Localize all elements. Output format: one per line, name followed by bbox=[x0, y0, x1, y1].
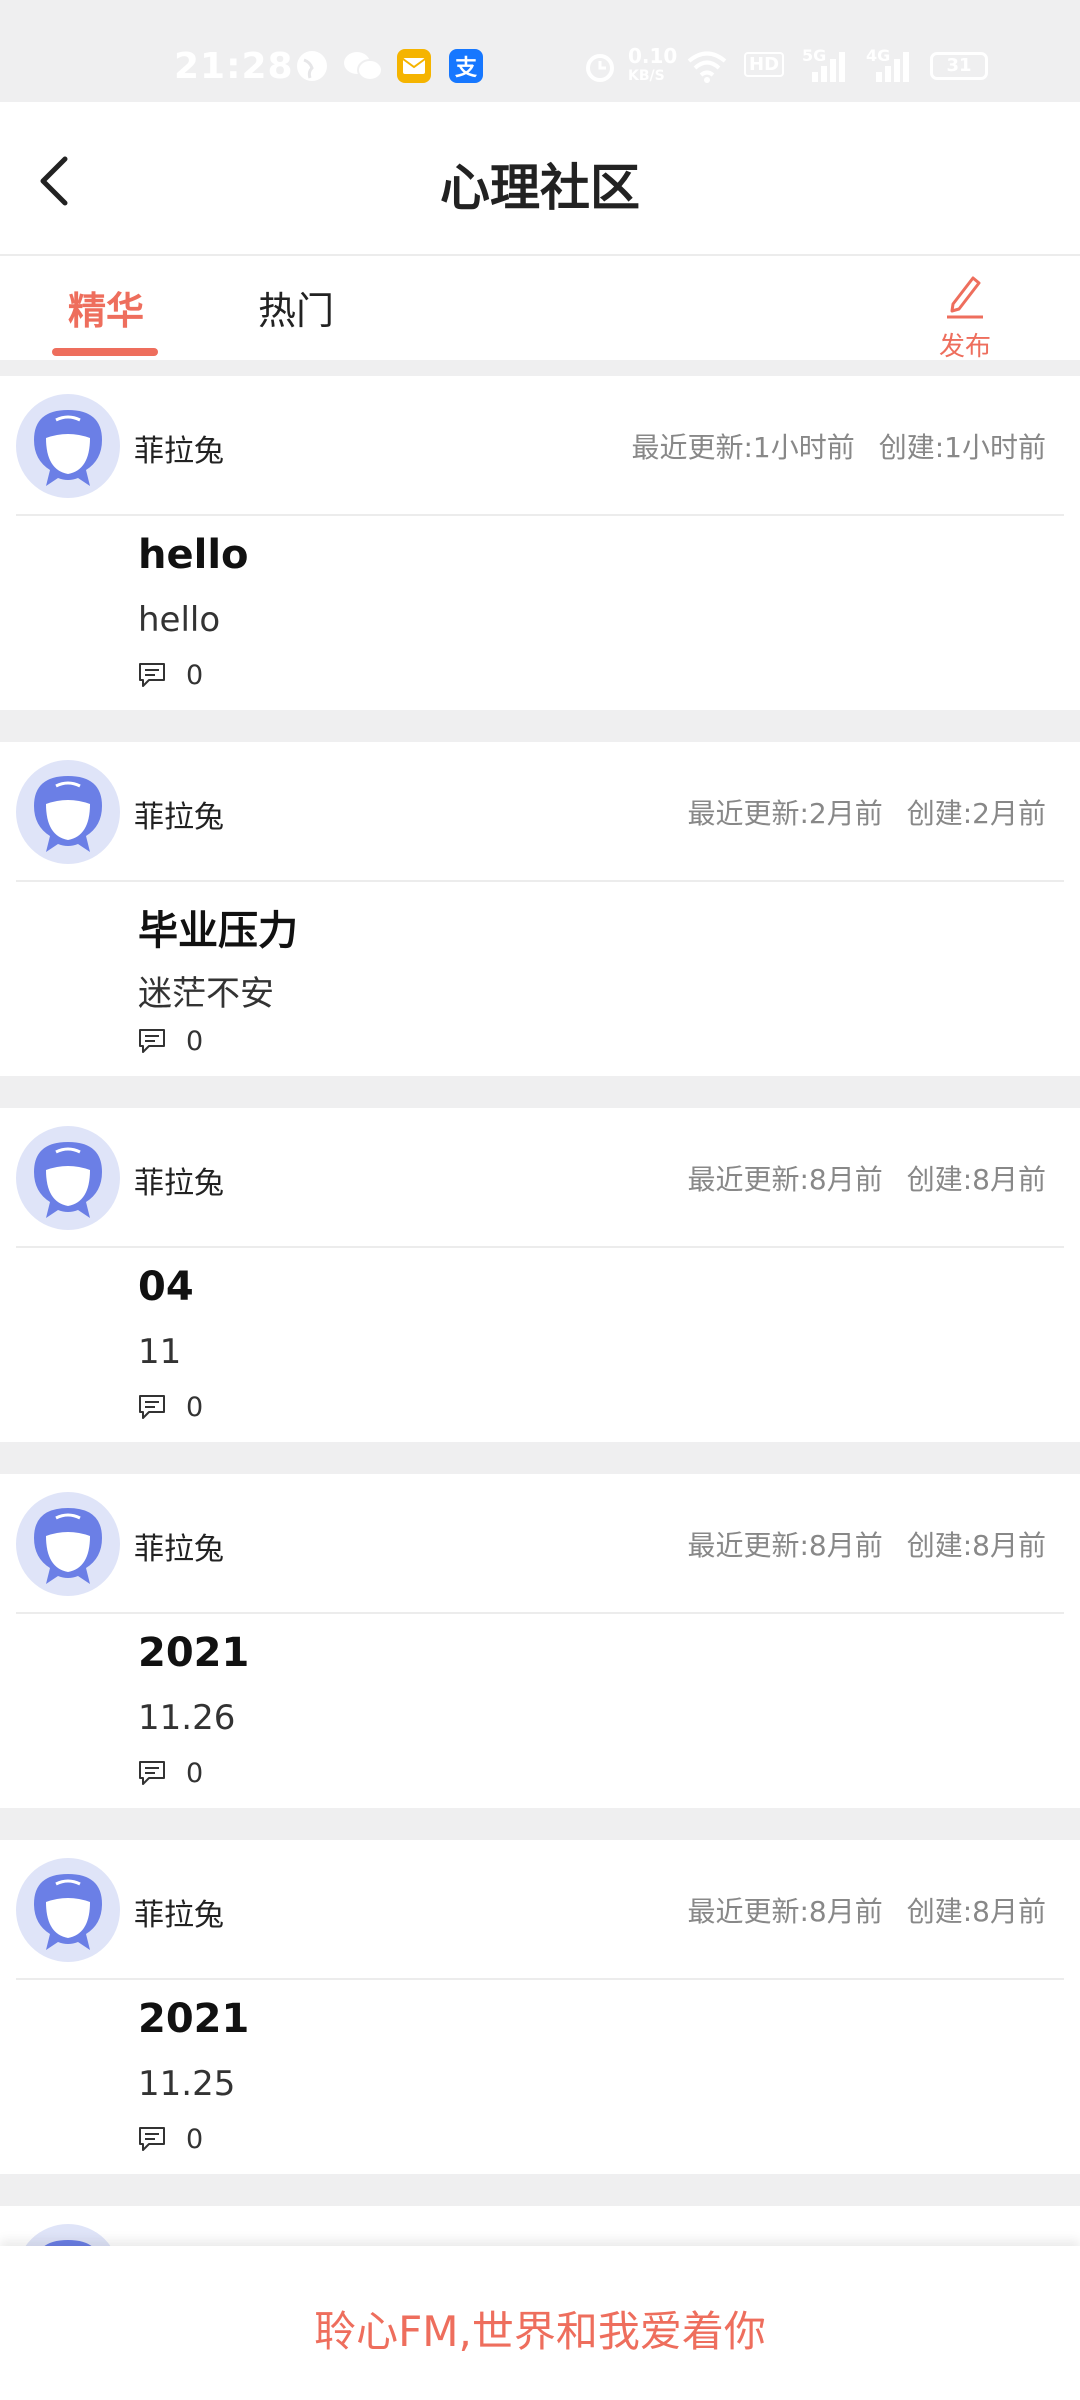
alipay-icon: 支 bbox=[449, 49, 483, 83]
comment-row[interactable]: 0 bbox=[138, 1024, 203, 1058]
comment-count: 0 bbox=[186, 1757, 204, 1789]
divider bbox=[16, 514, 1064, 516]
post-author: 菲拉兔 bbox=[134, 1166, 224, 1201]
svg-text:支: 支 bbox=[455, 56, 478, 81]
comment-icon bbox=[139, 2127, 165, 2151]
network-unit: KB/S bbox=[628, 68, 665, 84]
post-created: 创建:1小时前 bbox=[878, 431, 1046, 464]
page-title: 心理社区 bbox=[440, 159, 640, 217]
post-updated: 最近更新:8月前 bbox=[687, 1529, 883, 1562]
post-card[interactable]: 菲拉兔 最近更新:8月前 创建:8月前 2021 11.26 0 bbox=[0, 1474, 1080, 1808]
network-speed: 0.10 bbox=[628, 44, 678, 68]
post-card[interactable]: 菲拉兔 最近更新:2月前 创建:2月前 毕业压力 迷茫不安 0 bbox=[0, 742, 1080, 1076]
post-updated: 最近更新:8月前 bbox=[687, 1163, 883, 1196]
post-meta: 最近更新:8月前 创建:8月前 bbox=[688, 1890, 1047, 1930]
post-body: 迷茫不安 bbox=[138, 974, 274, 1014]
divider bbox=[16, 1246, 1064, 1248]
hd-badge: HD bbox=[744, 52, 785, 77]
post-title: 2021 bbox=[138, 1630, 250, 1676]
divider bbox=[16, 1612, 1064, 1614]
status-time: 21:28 bbox=[174, 46, 294, 87]
post-body: 11.25 bbox=[138, 2064, 236, 2104]
comment-row[interactable]: 0 bbox=[138, 2122, 203, 2156]
post-author: 菲拉兔 bbox=[134, 434, 224, 469]
app-header: 心理社区 bbox=[0, 102, 1080, 256]
alarm-icon bbox=[586, 54, 614, 82]
post-body: hello bbox=[138, 600, 221, 640]
divider bbox=[16, 880, 1064, 882]
comment-icon bbox=[139, 1761, 165, 1785]
slogan: 聆心FM,世界和我爱着你 bbox=[314, 2307, 766, 2356]
post-author: 菲拉兔 bbox=[134, 800, 224, 835]
avatar bbox=[16, 1492, 120, 1596]
publish-button[interactable]: 发布 bbox=[930, 270, 1000, 362]
wechat-icon bbox=[344, 52, 383, 81]
post-meta: 最近更新:8月前 创建:8月前 bbox=[688, 1158, 1047, 1198]
comment-icon bbox=[139, 1029, 165, 1053]
tab-bar: 精华 热门 发布 bbox=[0, 256, 1080, 362]
post-title: 04 bbox=[138, 1264, 194, 1310]
post-updated: 最近更新:2月前 bbox=[687, 797, 883, 830]
post-meta: 最近更新:2月前 创建:2月前 bbox=[688, 792, 1047, 832]
post-feed: 菲拉兔 最近更新:1小时前 创建:1小时前 hello hello 0 菲拉兔 最… bbox=[0, 376, 1080, 2358]
comment-row[interactable]: 0 bbox=[138, 1390, 203, 1424]
post-author: 菲拉兔 bbox=[134, 1532, 224, 1567]
post-created: 创建:8月前 bbox=[906, 1163, 1046, 1196]
post-title: 2021 bbox=[138, 1996, 250, 2042]
pencil-icon bbox=[947, 276, 983, 319]
avatar bbox=[16, 1858, 120, 1962]
tab-hot[interactable]: 热门 bbox=[258, 280, 334, 335]
comment-count: 0 bbox=[186, 1025, 204, 1057]
avatar bbox=[16, 1126, 120, 1230]
battery-icon: 31 bbox=[930, 52, 988, 80]
post-body: 11 bbox=[138, 1332, 182, 1372]
battery-level: 31 bbox=[946, 55, 972, 76]
post-created: 创建:8月前 bbox=[906, 1529, 1046, 1562]
post-card[interactable]: 菲拉兔 最近更新:8月前 创建:8月前 2021 11.25 0 bbox=[0, 1840, 1080, 2174]
comment-count: 0 bbox=[186, 2123, 204, 2155]
status-bar: 21:28 支 0.10 KB/S HD 5G 4G 31 bbox=[0, 0, 1080, 102]
post-meta: 最近更新:1小时前 创建:1小时前 bbox=[632, 426, 1047, 466]
bottom-banner: 聆心FM,世界和我爱着你 bbox=[0, 2246, 1080, 2400]
mail-app-icon bbox=[397, 49, 431, 83]
comment-row[interactable]: 0 bbox=[138, 658, 203, 692]
post-meta: 最近更新:8月前 创建:8月前 bbox=[688, 1524, 1047, 1564]
globe-icon bbox=[297, 51, 327, 81]
avatar bbox=[16, 394, 120, 498]
post-created: 创建:8月前 bbox=[906, 1895, 1046, 1928]
avatar bbox=[16, 760, 120, 864]
comment-icon bbox=[139, 663, 165, 687]
divider bbox=[16, 1978, 1064, 1980]
comment-icon bbox=[139, 1395, 165, 1419]
post-author: 菲拉兔 bbox=[134, 1898, 224, 1933]
tab-active-indicator bbox=[52, 348, 158, 356]
post-card[interactable]: 菲拉兔 最近更新:8月前 创建:8月前 04 11 0 bbox=[0, 1108, 1080, 1442]
post-updated: 最近更新:8月前 bbox=[687, 1895, 883, 1928]
comment-count: 0 bbox=[186, 659, 204, 691]
post-card[interactable]: 菲拉兔 最近更新:1小时前 创建:1小时前 hello hello 0 bbox=[0, 376, 1080, 710]
signal-icon bbox=[812, 52, 845, 82]
post-title: hello bbox=[138, 532, 249, 578]
post-body: 11.26 bbox=[138, 1698, 236, 1738]
comment-row[interactable]: 0 bbox=[138, 1756, 203, 1790]
post-title: 毕业压力 bbox=[138, 908, 298, 954]
signal-icon bbox=[876, 52, 909, 82]
post-updated: 最近更新:1小时前 bbox=[631, 431, 855, 464]
comment-count: 0 bbox=[186, 1391, 204, 1423]
publish-label: 发布 bbox=[938, 332, 991, 362]
wifi-icon bbox=[687, 51, 727, 83]
tab-featured[interactable]: 精华 bbox=[68, 280, 144, 335]
post-created: 创建:2月前 bbox=[906, 797, 1046, 830]
